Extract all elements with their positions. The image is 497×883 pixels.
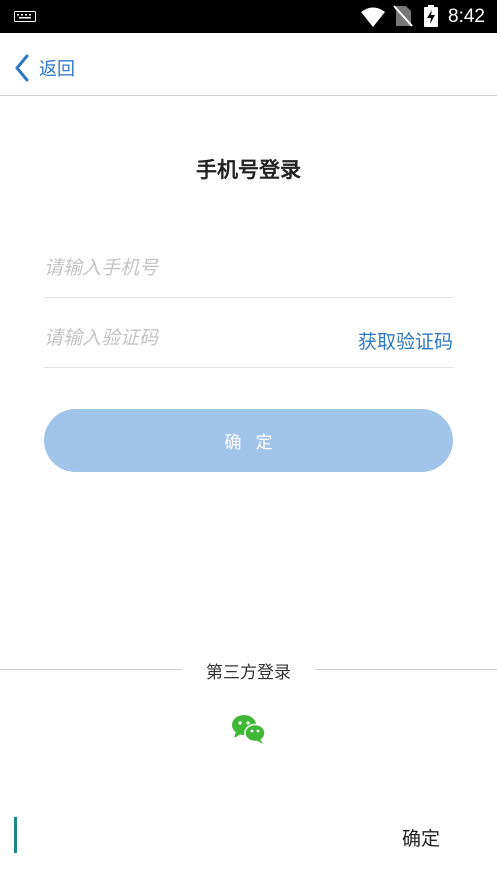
get-code-button[interactable]: 获取验证码 bbox=[358, 327, 453, 354]
divider-left bbox=[0, 669, 182, 670]
page-title: 手机号登录 bbox=[196, 158, 301, 182]
wechat-login-button[interactable] bbox=[231, 713, 267, 749]
third-party-label: 第三方登录 bbox=[206, 663, 291, 683]
phone-field bbox=[44, 248, 453, 298]
confirm-button[interactable]: 确定 bbox=[44, 409, 453, 472]
status-time: 8:42 bbox=[448, 6, 485, 27]
keyboard-confirm-button[interactable]: 确定 bbox=[402, 824, 440, 851]
text-caret bbox=[14, 817, 17, 853]
back-button[interactable]: 返回 bbox=[14, 53, 75, 83]
keyboard-icon bbox=[14, 11, 36, 22]
divider-right bbox=[315, 669, 497, 670]
chevron-left-icon bbox=[15, 54, 29, 82]
wifi-icon bbox=[361, 7, 385, 27]
battery-charging-icon bbox=[424, 5, 438, 27]
no-sim-icon bbox=[393, 5, 413, 27]
wechat-icon bbox=[232, 715, 266, 744]
back-label: 返回 bbox=[39, 59, 75, 80]
status-bar: 8:42 bbox=[0, 0, 497, 33]
phone-input[interactable] bbox=[44, 248, 324, 288]
code-input[interactable] bbox=[44, 318, 324, 358]
nav-bar: 返回 bbox=[0, 33, 497, 96]
code-field: 获取验证码 bbox=[44, 318, 453, 368]
